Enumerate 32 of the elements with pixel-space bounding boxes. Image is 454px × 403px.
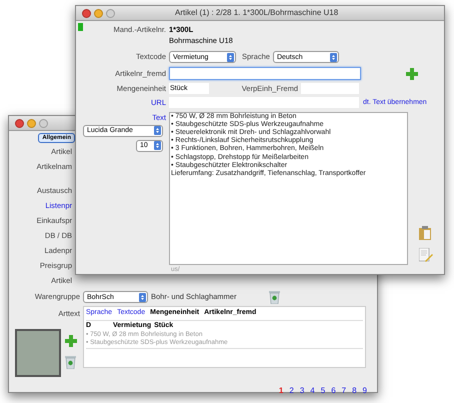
- edit-note-icon[interactable]: [419, 248, 433, 262]
- zoom-button[interactable]: [106, 8, 115, 18]
- input-field[interactable]: [169, 67, 361, 80]
- close-button[interactable]: [15, 118, 24, 128]
- trash-icon[interactable]: [269, 290, 280, 304]
- dropdown-arrows-icon: [154, 141, 161, 150]
- add-icon[interactable]: [406, 68, 418, 80]
- add-icon[interactable]: [65, 335, 77, 348]
- page-link[interactable]: 1: [278, 385, 284, 398]
- page-link[interactable]: 4: [310, 385, 315, 398]
- page-link[interactable]: 5: [320, 385, 326, 398]
- clipboard-icon[interactable]: [419, 226, 431, 240]
- page-link[interactable]: 6: [331, 385, 336, 398]
- page-link[interactable]: 7: [342, 385, 346, 398]
- status-marker-icon: [78, 23, 83, 31]
- text-area[interactable]: [169, 112, 408, 264]
- minimize-button[interactable]: [94, 8, 103, 18]
- input-field[interactable]: [301, 83, 359, 94]
- dropdown-arrows-icon: [154, 126, 161, 136]
- minimize-button[interactable]: [27, 118, 36, 128]
- zoom-button[interactable]: [39, 118, 48, 128]
- dropdown-arrows-icon: [139, 292, 146, 302]
- window-title: Artikel (1) : 2/28 1. 1*300L/Bohrmaschine U18: [175, 7, 338, 19]
- page-link[interactable]: 3: [300, 385, 304, 398]
- dropdown-arrows-icon: [330, 52, 337, 62]
- page-link[interactable]: 8: [352, 385, 357, 398]
- close-button[interactable]: [82, 8, 91, 18]
- trash-icon[interactable]: [65, 355, 76, 370]
- drill-photo-placeholder: [15, 329, 61, 378]
- dropdown-arrows-icon: [227, 52, 234, 62]
- page-link[interactable]: 9: [362, 385, 367, 398]
- page-link[interactable]: 2: [289, 385, 294, 398]
